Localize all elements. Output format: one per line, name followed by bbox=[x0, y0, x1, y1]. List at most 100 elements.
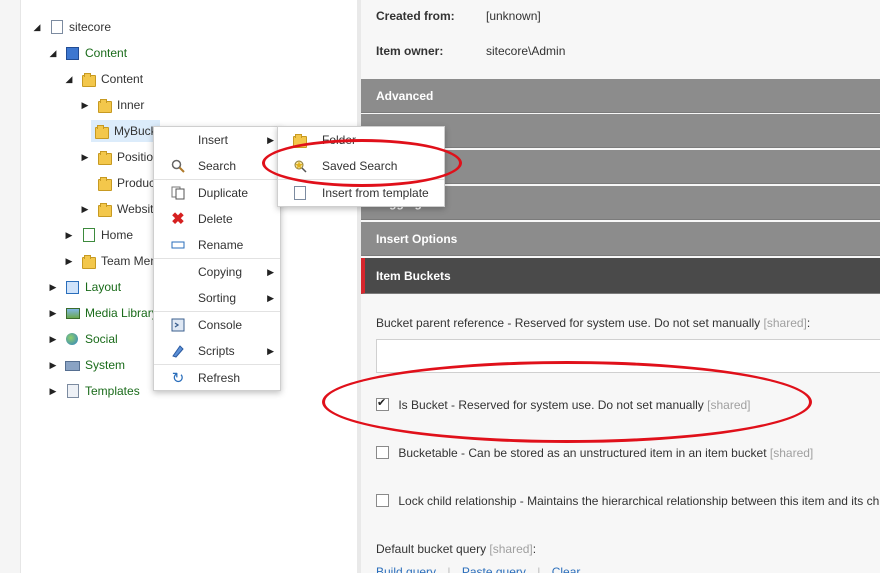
folder-icon bbox=[94, 124, 109, 139]
menu-item-label: Console bbox=[198, 318, 243, 332]
is-bucket-checkbox[interactable] bbox=[376, 396, 389, 411]
menu-item-copying[interactable]: Copying ▶ bbox=[154, 259, 280, 285]
tree-node-products[interactable]: Produc bbox=[97, 172, 155, 194]
expand-arrow-icon[interactable]: ▶ bbox=[79, 100, 91, 111]
menu-item-label: Folder bbox=[322, 133, 357, 147]
expand-arrow-icon[interactable]: ▶ bbox=[47, 386, 59, 397]
tree-node-sitecore[interactable]: ◢ sitecore bbox=[31, 16, 111, 38]
menu-item-sorting[interactable]: Sorting ▶ bbox=[154, 285, 280, 311]
tree-node-label: Home bbox=[101, 228, 134, 242]
submenu-item-saved-search[interactable]: Saved Search bbox=[278, 153, 444, 179]
tree-node-team-members[interactable]: ▶ Team Men bbox=[63, 250, 157, 272]
home-page-icon bbox=[81, 228, 95, 242]
created-from-value: [unknown] bbox=[486, 9, 541, 23]
tree-node-social[interactable]: ▶ Social bbox=[47, 328, 118, 350]
item-owner-label: Item owner: bbox=[376, 44, 444, 58]
folder-icon bbox=[97, 176, 112, 191]
expand-arrow-icon[interactable]: ▶ bbox=[47, 360, 59, 371]
expand-arrow-icon[interactable]: ▶ bbox=[79, 152, 91, 163]
media-library-icon bbox=[65, 306, 80, 320]
tree-node-label: Media Library bbox=[85, 306, 158, 320]
is-bucket-label: Is Bucket - Reserved for system use. Do … bbox=[398, 398, 704, 412]
content-editor: Created from: [unknown] Item owner: site… bbox=[361, 0, 880, 573]
submenu-arrow-icon: ▶ bbox=[267, 266, 274, 277]
tree-node-label: Layout bbox=[85, 280, 122, 294]
rename-icon bbox=[170, 237, 186, 253]
template-page-icon bbox=[292, 185, 308, 201]
menu-item-search[interactable]: Search bbox=[154, 153, 280, 179]
created-from-row: Created from: [unknown] bbox=[376, 9, 541, 23]
bucketable-row[interactable]: Bucketable - Can be stored as an unstruc… bbox=[376, 446, 813, 460]
build-query-link[interactable]: Build query bbox=[376, 565, 436, 573]
menu-item-scripts[interactable]: Scripts ▶ bbox=[154, 338, 280, 364]
lock-child-label: Lock child relationship - Maintains the … bbox=[398, 494, 880, 508]
menu-item-console[interactable]: Console bbox=[154, 312, 280, 338]
bucketable-checkbox[interactable] bbox=[376, 446, 389, 459]
lock-child-row[interactable]: Lock child relationship - Maintains the … bbox=[376, 494, 880, 508]
menu-item-insert[interactable]: Insert ▶ bbox=[154, 127, 280, 153]
bucket-parent-label-row: Bucket parent reference - Reserved for s… bbox=[376, 316, 810, 330]
clear-link[interactable]: Clear bbox=[552, 565, 581, 573]
scripts-icon bbox=[170, 343, 186, 359]
tree-node-website[interactable]: ▶ Website bbox=[79, 198, 160, 220]
expand-arrow-icon[interactable]: ▶ bbox=[63, 230, 75, 241]
expand-arrow-icon[interactable]: ▶ bbox=[79, 204, 91, 215]
section-item-buckets[interactable]: Item Buckets bbox=[361, 258, 880, 294]
social-globe-icon bbox=[65, 332, 79, 346]
expand-arrow-icon[interactable]: ▶ bbox=[47, 282, 59, 293]
shared-colon: : bbox=[806, 316, 811, 330]
menu-item-delete[interactable]: ✖ Delete bbox=[154, 206, 280, 232]
tree-node-content[interactable]: ◢ Content bbox=[63, 68, 143, 90]
menu-item-label: Saved Search bbox=[322, 159, 398, 173]
expand-arrow-icon[interactable]: ◢ bbox=[47, 48, 59, 59]
shared-tag: [shared] bbox=[763, 316, 807, 330]
menu-item-rename[interactable]: Rename bbox=[154, 232, 280, 258]
submenu-arrow-icon: ▶ bbox=[267, 345, 274, 356]
magnifier-icon bbox=[170, 158, 186, 174]
created-from-label: Created from: bbox=[376, 9, 455, 23]
console-icon bbox=[170, 317, 186, 333]
page-icon bbox=[49, 20, 63, 34]
submenu-item-folder[interactable]: Folder bbox=[278, 127, 444, 153]
folder-icon bbox=[97, 98, 112, 113]
duplicate-icon bbox=[170, 185, 186, 201]
tree-node-layout[interactable]: ▶ Layout bbox=[47, 276, 121, 298]
item-owner-value: sitecore\Admin bbox=[486, 44, 566, 58]
tree-node-label: Team Men bbox=[101, 254, 158, 268]
tree-node-content-root[interactable]: ◢ Content bbox=[47, 42, 127, 64]
section-advanced[interactable]: Advanced bbox=[361, 79, 880, 113]
menu-item-label: Search bbox=[198, 159, 237, 173]
shared-colon: : bbox=[532, 542, 537, 556]
templates-icon bbox=[65, 384, 79, 398]
section-insert-options[interactable]: Insert Options bbox=[361, 222, 880, 256]
query-links-row: Build query | Paste query | Clear bbox=[376, 565, 580, 573]
expand-arrow-icon[interactable]: ▶ bbox=[47, 334, 59, 345]
item-owner-row: Item owner: sitecore\Admin bbox=[376, 44, 565, 58]
tree-node-home[interactable]: ▶ Home bbox=[63, 224, 133, 246]
tree-node-position[interactable]: ▶ Position bbox=[79, 146, 160, 168]
tree-node-inner[interactable]: ▶ Inner bbox=[79, 94, 144, 116]
bucketable-label: Bucketable - Can be stored as an unstruc… bbox=[398, 446, 767, 460]
paste-query-link[interactable]: Paste query bbox=[462, 565, 526, 573]
submenu-item-insert-from-template[interactable]: Insert from template bbox=[278, 180, 444, 206]
bucket-parent-input[interactable] bbox=[376, 339, 880, 373]
tree-node-templates[interactable]: ▶ Templates bbox=[47, 380, 140, 402]
menu-item-label: Scripts bbox=[198, 344, 235, 358]
link-divider: | bbox=[537, 565, 541, 573]
expand-arrow-icon[interactable]: ▶ bbox=[63, 256, 75, 267]
menu-item-label: Insert from template bbox=[322, 186, 429, 200]
insert-submenu: Folder Saved Search Insert from template bbox=[277, 126, 445, 207]
expand-arrow-icon[interactable]: ▶ bbox=[47, 308, 59, 319]
tree-node-media-library[interactable]: ▶ Media Library bbox=[47, 302, 158, 324]
expand-arrow-icon[interactable]: ◢ bbox=[63, 74, 75, 85]
default-query-label: Default bucket query bbox=[376, 542, 487, 556]
tree-node-system[interactable]: ▶ System bbox=[47, 354, 125, 376]
is-bucket-row[interactable]: Is Bucket - Reserved for system use. Do … bbox=[376, 396, 751, 412]
menu-item-duplicate[interactable]: Duplicate bbox=[154, 180, 280, 206]
expand-arrow-icon[interactable]: ◢ bbox=[31, 22, 43, 33]
tree-node-mybucket[interactable]: MyBuck bbox=[91, 120, 160, 142]
tree-node-label: sitecore bbox=[69, 20, 112, 34]
menu-item-refresh[interactable]: ↻ Refresh bbox=[154, 365, 280, 391]
saved-search-icon bbox=[292, 158, 308, 174]
lock-child-checkbox[interactable] bbox=[376, 494, 389, 507]
